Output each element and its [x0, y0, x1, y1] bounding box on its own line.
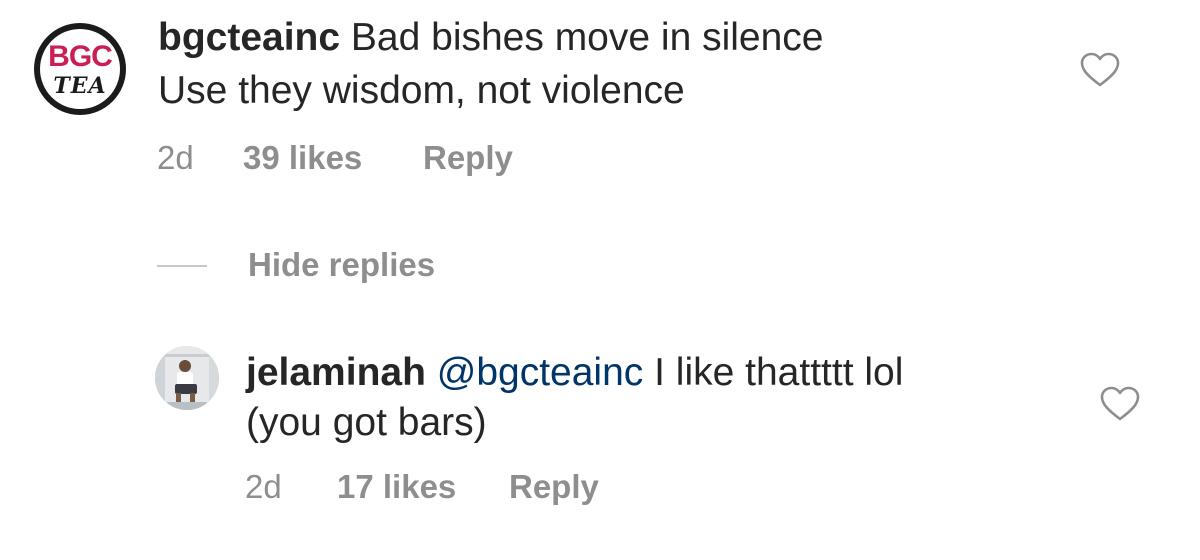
avatar-logo-bgc-text: BGC	[48, 40, 113, 73]
reply-timestamp: 2d	[245, 468, 282, 505]
reply-text-line-2: (you got bars)	[246, 401, 487, 444]
replies-divider	[157, 265, 207, 267]
reply-line-1: jelaminah @bgcteainc I like thattttt lol	[246, 347, 903, 399]
reply-mention-link[interactable]: @bgcteainc	[426, 351, 644, 394]
avatar-logo: BGC TEA	[40, 29, 120, 109]
comment-line-1: bgcteainc Bad bishes move in silence	[158, 12, 824, 64]
reply-likes-count[interactable]: 17 likes	[337, 468, 456, 506]
heart-outline-icon	[1080, 52, 1120, 87]
like-button[interactable]	[1080, 52, 1120, 93]
avatar-logo-tea-text: TEA	[53, 73, 107, 99]
reply-username[interactable]: jelaminah	[246, 351, 426, 394]
comment-reply-button[interactable]: Reply	[423, 139, 513, 177]
reply-text-line-1: I like thattttt lol	[643, 351, 904, 394]
avatar[interactable]	[155, 346, 219, 410]
hide-replies-button[interactable]: Hide replies	[248, 246, 435, 284]
avatar[interactable]: BGC TEA	[34, 23, 126, 115]
comment-likes-count[interactable]: 39 likes	[243, 139, 362, 177]
comment-username[interactable]: bgcteainc	[158, 16, 340, 59]
like-button[interactable]	[1100, 386, 1140, 427]
reply-reply-button[interactable]: Reply	[509, 468, 599, 506]
comment-text-line-1: Bad bishes move in silence	[340, 16, 824, 59]
heart-outline-icon	[1100, 386, 1140, 421]
comment-timestamp: 2d	[157, 139, 194, 176]
avatar-photo	[155, 346, 219, 410]
comment-text-line-2: Use they wisdom, not violence	[158, 69, 685, 112]
